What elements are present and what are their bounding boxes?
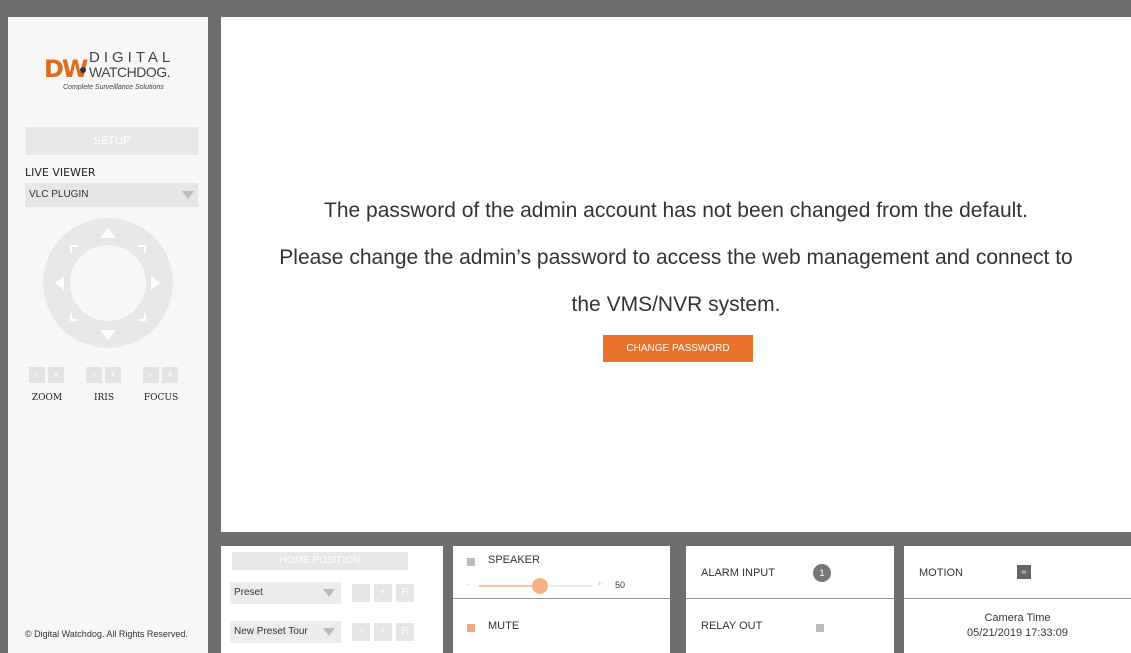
tour-add-button[interactable]: + [374, 623, 392, 641]
live-viewer-select[interactable]: VLC PLUGIN [25, 183, 198, 207]
focus-near-button[interactable]: - [143, 367, 159, 383]
divider [904, 598, 1131, 599]
preset-tour-value: New Preset Tour [234, 626, 308, 637]
preset-remove-button[interactable]: - [352, 584, 370, 602]
motion-label: MOTION [919, 567, 963, 579]
logo-name-bottom: WATCHDOG. [89, 64, 171, 80]
preset-select-value: Preset [234, 587, 263, 598]
pan-right-icon[interactable] [151, 276, 160, 290]
divider [453, 598, 670, 599]
logo-tagline: Complete Surveillance Solutions [63, 84, 164, 91]
tour-reset-button[interactable]: R [396, 623, 414, 641]
pan-down-left-icon[interactable] [70, 313, 78, 321]
home-position-button[interactable]: HOME POSITION [232, 552, 408, 570]
iris-close-button[interactable]: - [86, 367, 102, 383]
pan-left-icon[interactable] [55, 276, 64, 290]
focus-far-button[interactable]: + [162, 367, 178, 383]
preset-tour-select[interactable]: New Preset Tour [230, 621, 341, 643]
camera-time-value: 05/21/2019 17:33:09 [967, 627, 1068, 639]
pan-up-icon[interactable] [100, 228, 116, 238]
zoom-label: ZOOM [31, 393, 63, 403]
volume-minus-icon[interactable]: - [467, 579, 470, 589]
focus-label: FOCUS [143, 393, 179, 403]
volume-slider-thumb[interactable] [532, 578, 548, 594]
divider [686, 598, 894, 599]
preset-reset-button[interactable]: R [396, 584, 414, 602]
alarm-relay-panel: ALARM INPUT 1 RELAY OUT [686, 546, 894, 653]
relay-out-toggle[interactable] [816, 624, 824, 632]
sidebar: DW DIGITAL WATCHDOG. Complete Surveillan… [8, 17, 208, 653]
preset-select[interactable]: Preset [230, 582, 341, 604]
iris-open-button[interactable]: + [105, 367, 121, 383]
pan-up-left-icon[interactable] [70, 245, 78, 253]
warning-line-2: Please change the admin’s password to ac… [279, 246, 1073, 269]
warning-line-3: the VMS/NVR system. [571, 293, 781, 316]
volume-value: 50 [615, 580, 626, 590]
change-password-button[interactable]: CHANGE PASSWORD [603, 335, 753, 362]
zoom-out-button[interactable]: - [29, 367, 45, 383]
warning-line-1: The password of the admin account has no… [324, 199, 1028, 222]
relay-out-label: RELAY OUT [701, 620, 763, 632]
tour-remove-button[interactable]: - [352, 623, 370, 641]
chevron-down-icon [323, 589, 335, 597]
brand-logo: DW DIGITAL WATCHDOG. Complete Surveillan… [44, 47, 184, 107]
mute-label: MUTE [488, 620, 520, 632]
chevron-down-icon [323, 628, 335, 636]
copyright-text: © Digital Watchdog. All Rights Reserved. [25, 629, 188, 639]
audio-panel: SPEAKER - + 50 MUTE [453, 546, 670, 653]
pan-up-right-icon[interactable] [138, 245, 146, 253]
alarm-input-badge[interactable]: 1 [813, 564, 831, 582]
motion-time-panel: MOTION ≈ Camera Time 05/21/2019 17:33:09 [904, 546, 1131, 653]
live-viewer-value: VLC PLUGIN [29, 189, 89, 200]
camera-time-label: Camera Time [984, 612, 1051, 624]
running-person-icon: ≈ [1017, 565, 1031, 579]
speaker-label: SPEAKER [488, 554, 540, 566]
ptz-center[interactable] [70, 245, 146, 321]
video-view-area: The password of the admin account has no… [221, 17, 1131, 532]
speaker-checkbox[interactable] [467, 558, 475, 566]
preset-add-button[interactable]: + [374, 584, 392, 602]
logo-dot [80, 67, 86, 73]
volume-plus-icon[interactable]: + [597, 579, 602, 589]
ptz-direction-pad [43, 218, 173, 348]
pan-down-right-icon[interactable] [138, 313, 146, 321]
alarm-input-label: ALARM INPUT [701, 567, 775, 579]
live-viewer-label: LIVE VIEWER [25, 166, 96, 179]
mute-checkbox[interactable] [467, 624, 475, 632]
preset-panel: HOME POSITION Preset - + R New Preset To… [221, 546, 443, 653]
pan-down-icon[interactable] [100, 330, 116, 340]
password-warning-message: The password of the admin account has no… [221, 187, 1131, 328]
iris-label: IRIS [93, 393, 115, 403]
zoom-in-button[interactable]: + [48, 367, 64, 383]
chevron-down-icon [182, 191, 194, 199]
setup-button[interactable]: SETUP [26, 127, 198, 155]
